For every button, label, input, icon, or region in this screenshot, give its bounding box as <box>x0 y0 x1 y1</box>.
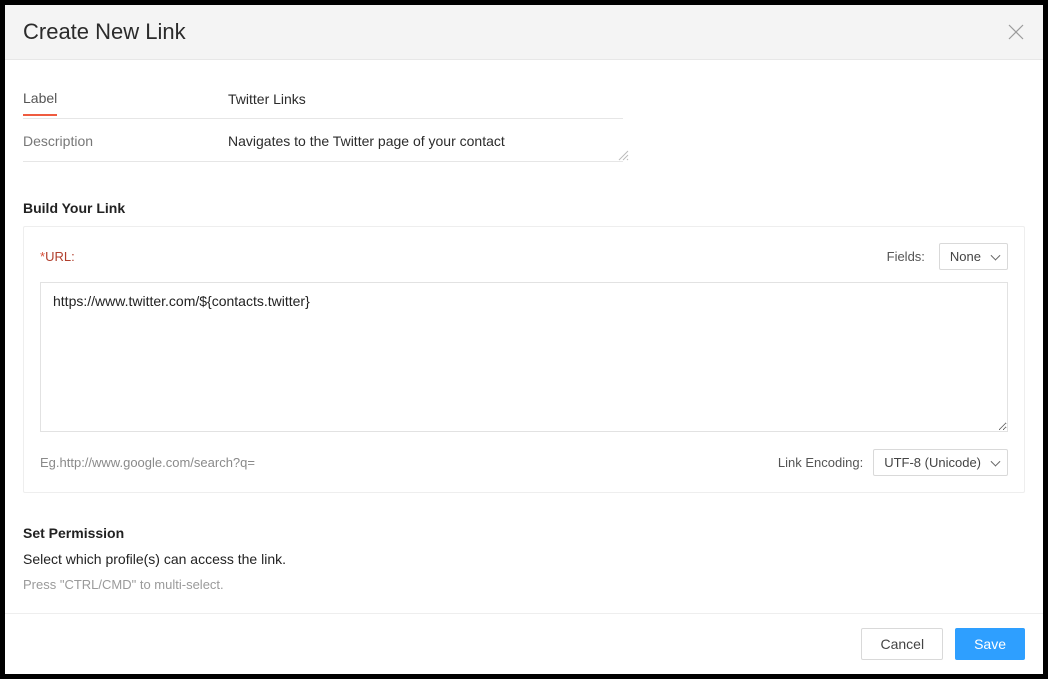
encoding-select-value: UTF-8 (Unicode) <box>884 455 981 470</box>
description-input[interactable] <box>228 133 623 149</box>
resize-handle-icon <box>618 150 629 161</box>
url-textarea[interactable] <box>40 282 1008 432</box>
fields-label: Fields: <box>887 249 925 264</box>
fields-group: Fields: None <box>887 243 1008 270</box>
set-permission-heading: Set Permission <box>23 525 1025 541</box>
url-label: *URL: <box>40 249 75 264</box>
label-row: Label <box>23 80 623 119</box>
fields-select[interactable]: None <box>939 243 1008 270</box>
url-label-text: URL: <box>45 249 75 264</box>
encoding-group: Link Encoding: UTF-8 (Unicode) <box>778 449 1008 476</box>
dialog-body: Label Description Build Your Link *URL: … <box>5 60 1043 613</box>
build-link-panel: *URL: Fields: None Eg.http://www.google.… <box>23 226 1025 493</box>
description-row: Description <box>23 119 623 162</box>
dialog-footer: Cancel Save <box>5 613 1043 674</box>
encoding-label: Link Encoding: <box>778 455 863 470</box>
dialog-title: Create New Link <box>23 19 186 45</box>
cancel-button[interactable]: Cancel <box>861 628 943 660</box>
fields-select-value: None <box>950 249 981 264</box>
panel-top-row: *URL: Fields: None <box>40 243 1008 270</box>
description-field-label: Description <box>23 133 93 157</box>
save-button[interactable]: Save <box>955 628 1025 660</box>
url-example-hint: Eg.http://www.google.com/search?q= <box>40 455 255 470</box>
label-field-label: Label <box>23 90 57 116</box>
label-input[interactable] <box>228 91 623 107</box>
dialog-header: Create New Link <box>5 5 1043 60</box>
panel-bottom-row: Eg.http://www.google.com/search?q= Link … <box>40 449 1008 476</box>
build-link-heading: Build Your Link <box>23 200 1025 216</box>
encoding-select[interactable]: UTF-8 (Unicode) <box>873 449 1008 476</box>
permission-description: Select which profile(s) can access the l… <box>23 551 1025 567</box>
close-icon[interactable] <box>1007 23 1025 41</box>
create-new-link-dialog: Create New Link Label Description Build … <box>5 5 1043 674</box>
permission-hint: Press "CTRL/CMD" to multi-select. <box>23 577 1025 592</box>
